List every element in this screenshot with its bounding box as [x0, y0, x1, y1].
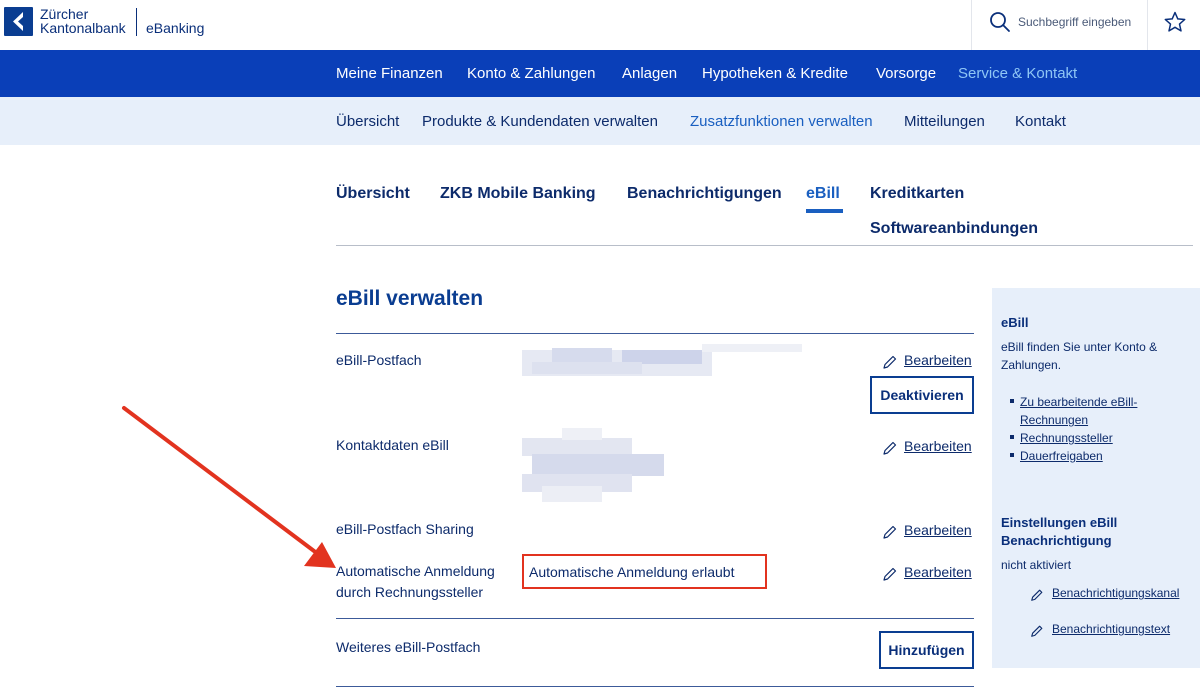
nav-vorsorge[interactable]: Vorsorge: [876, 65, 936, 82]
list-bullet: [1010, 399, 1014, 403]
main-navigation: Meine Finanzen Konto & Zahlungen Anlagen…: [0, 50, 1200, 97]
tab-softwareanbindungen[interactable]: Softwareanbindungen: [870, 220, 1038, 238]
pencil-icon: [883, 525, 897, 539]
bank-name[interactable]: Zürcher Kantonalbank: [40, 7, 126, 35]
sub-navigation: Übersicht Produkte & Kundendaten verwalt…: [0, 97, 1200, 145]
page-title: eBill verwalten: [336, 287, 484, 310]
section-divider: [336, 618, 974, 619]
row-label-kontaktdaten: Kontaktdaten eBill: [336, 437, 449, 453]
sidebar-link-rechnungssteller[interactable]: Rechnungssteller: [1020, 429, 1113, 447]
star-icon: [1164, 11, 1186, 32]
pencil-icon: [1031, 589, 1043, 601]
tabs-divider: [336, 245, 1193, 246]
subnav-uebersicht[interactable]: Übersicht: [336, 113, 399, 130]
top-header: Zürcher Kantonalbank eBanking Suchbegrif…: [0, 0, 1200, 50]
add-button[interactable]: Hinzufügen: [879, 631, 974, 669]
tab-ebill[interactable]: eBill: [806, 185, 840, 203]
sidebar-link-dauerfreigaben[interactable]: Dauerfreigaben: [1020, 447, 1103, 465]
pencil-icon: [1031, 625, 1043, 637]
section-divider: [336, 686, 974, 687]
tab-benachrichtigungen[interactable]: Benachrichtigungen: [627, 185, 782, 203]
subnav-zusatzfunktionen[interactable]: Zusatzfunktionen verwalten: [690, 113, 873, 130]
nav-hypotheken-kredite[interactable]: Hypotheken & Kredite: [702, 65, 848, 82]
list-bullet: [1010, 435, 1014, 439]
highlighted-value-box: Automatische Anmeldung erlaubt: [522, 554, 767, 589]
row-label-ebill-postfach: eBill-Postfach: [336, 352, 422, 368]
sidebar-notify-status: nicht aktiviert: [1001, 558, 1072, 572]
subnav-produkte-kundendaten[interactable]: Produkte & Kundendaten verwalten: [422, 113, 658, 130]
tab-uebersicht[interactable]: Übersicht: [336, 185, 410, 203]
sidebar-ebill-text: eBill finden Sie unter Konto & Zahlungen…: [1001, 340, 1158, 372]
nav-anlagen[interactable]: Anlagen: [622, 65, 677, 82]
pencil-icon: [883, 441, 897, 455]
list-bullet: [1010, 453, 1014, 457]
search-box[interactable]: Suchbegriff eingeben: [971, 0, 1147, 50]
subnav-mitteilungen[interactable]: Mitteilungen: [904, 113, 985, 130]
subnav-kontakt[interactable]: Kontakt: [1015, 113, 1066, 130]
nav-service-kontakt[interactable]: Service & Kontakt: [958, 65, 1077, 82]
search-icon: [990, 12, 1010, 32]
zkb-logo-icon[interactable]: [4, 7, 33, 36]
redacted-value: [522, 342, 802, 376]
row-label-weiteres-postfach: Weiteres eBill-Postfach: [336, 639, 481, 655]
info-sidebar: eBill eBill finden Sie unter Konto & Zah…: [992, 288, 1200, 668]
row-label-sharing: eBill-Postfach Sharing: [336, 521, 474, 537]
section-divider: [336, 333, 974, 334]
deactivate-button[interactable]: Deaktivieren: [870, 376, 974, 414]
nav-konto-zahlungen[interactable]: Konto & Zahlungen: [467, 65, 595, 82]
tab-kreditkarten[interactable]: Kreditkarten: [870, 185, 964, 203]
row-label-automatische-anmeldung: Automatische Anmeldung durch Rechnungsst…: [336, 563, 495, 600]
sidebar-link-zu-bearbeitende[interactable]: Zu bearbeitende eBill- Rechnungen: [1020, 393, 1137, 429]
pencil-icon: [883, 567, 897, 581]
automatische-anmeldung-value: Automatische Anmeldung erlaubt: [529, 564, 735, 580]
product-name: eBanking: [146, 20, 205, 36]
favorites-button[interactable]: [1147, 0, 1200, 50]
sidebar-ebill-title: eBill: [1001, 315, 1029, 330]
active-tab-indicator: [806, 209, 843, 213]
logo-divider: [136, 8, 137, 36]
redacted-contact: [522, 428, 664, 504]
tab-zkb-mobile-banking[interactable]: ZKB Mobile Banking: [440, 185, 596, 203]
sidebar-notify-title: Einstellungen eBill Benachrichtigung: [1001, 515, 1118, 548]
red-arrow-annotation: [122, 406, 336, 568]
nav-meine-finanzen[interactable]: Meine Finanzen: [336, 65, 443, 82]
search-input[interactable]: Suchbegriff eingeben: [1018, 15, 1131, 29]
pencil-icon: [883, 355, 897, 369]
